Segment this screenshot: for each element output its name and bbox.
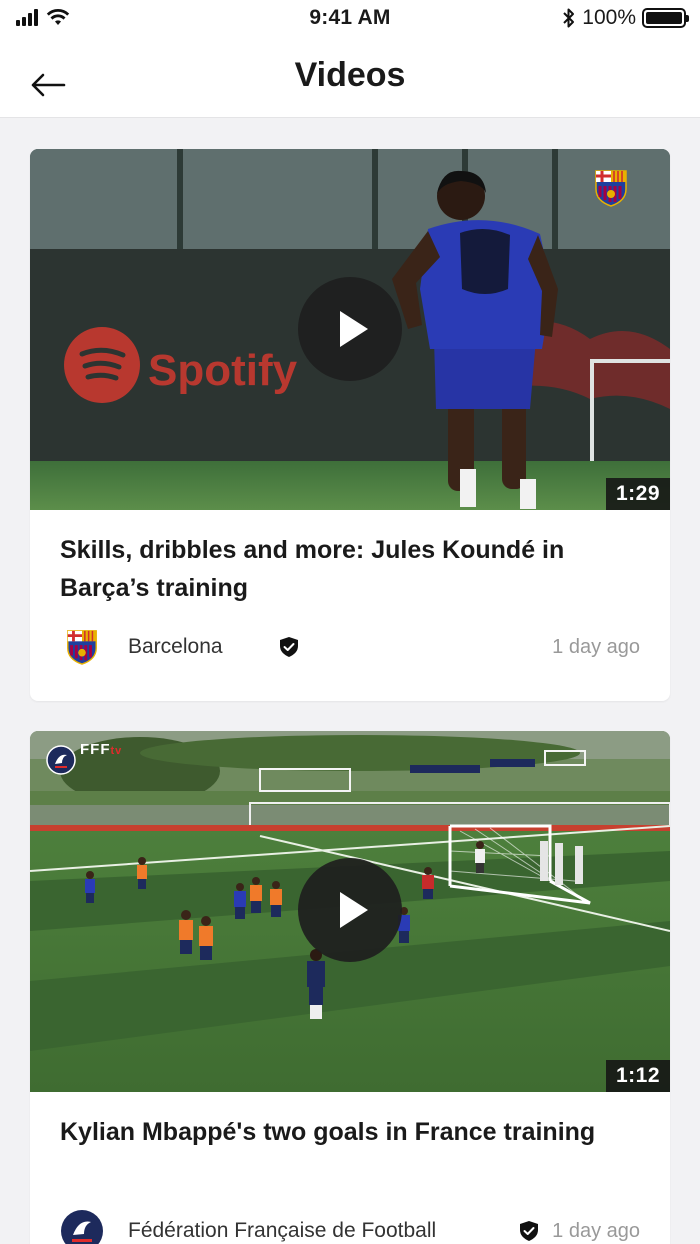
fff-crest-icon xyxy=(46,745,76,775)
fff-tv-main: FFF xyxy=(80,741,111,758)
battery-percent: 100% xyxy=(582,6,636,29)
status-right: 100% xyxy=(562,6,689,30)
fff-tv-sup: tv xyxy=(110,745,123,757)
video-title[interactable]: Kylian Mbappé's two goals in France trai… xyxy=(60,1113,640,1151)
verified-icon xyxy=(280,637,298,657)
video-meta: Fédération Française de Football 1 day a… xyxy=(61,1210,640,1244)
fff-tv-label: FFFtv xyxy=(80,741,122,758)
backdrop-sponsor-text: Spotify xyxy=(148,346,298,395)
time-ago: 1 day ago xyxy=(552,1220,640,1242)
fff-logo-icon xyxy=(61,1210,103,1244)
battery-icon xyxy=(642,8,689,28)
barcelona-logo-icon xyxy=(67,630,97,665)
source-name[interactable]: Barcelona xyxy=(128,635,223,659)
time-ago: 1 day ago xyxy=(552,636,640,658)
play-button[interactable] xyxy=(298,277,402,381)
video-meta: Barcelona 1 day ago xyxy=(64,629,640,669)
video-thumbnail[interactable]: FFFtv 1:12 xyxy=(30,731,670,1092)
video-card[interactable]: Spotify 1:29 Skills, dribbles and more: … xyxy=(30,149,670,701)
bluetooth-icon xyxy=(563,8,575,28)
page-title: Videos xyxy=(294,56,406,94)
video-duration: 1:12 xyxy=(605,1060,670,1092)
barcelona-crest-icon xyxy=(595,170,627,207)
status-bar: 9:41 AM 100% xyxy=(0,0,700,38)
verified-icon xyxy=(520,1221,538,1241)
video-title[interactable]: Skills, dribbles and more: Jules Koundé … xyxy=(60,531,640,607)
video-duration: 1:29 xyxy=(605,478,670,510)
video-card[interactable]: FFFtv 1:12 Kylian Mbappé's two goals in … xyxy=(30,731,670,1244)
source-name[interactable]: Fédération Française de Football xyxy=(128,1219,436,1243)
nav-header: Videos xyxy=(0,38,700,118)
video-thumbnail[interactable]: Spotify 1:29 xyxy=(30,149,670,510)
play-button[interactable] xyxy=(298,858,402,962)
